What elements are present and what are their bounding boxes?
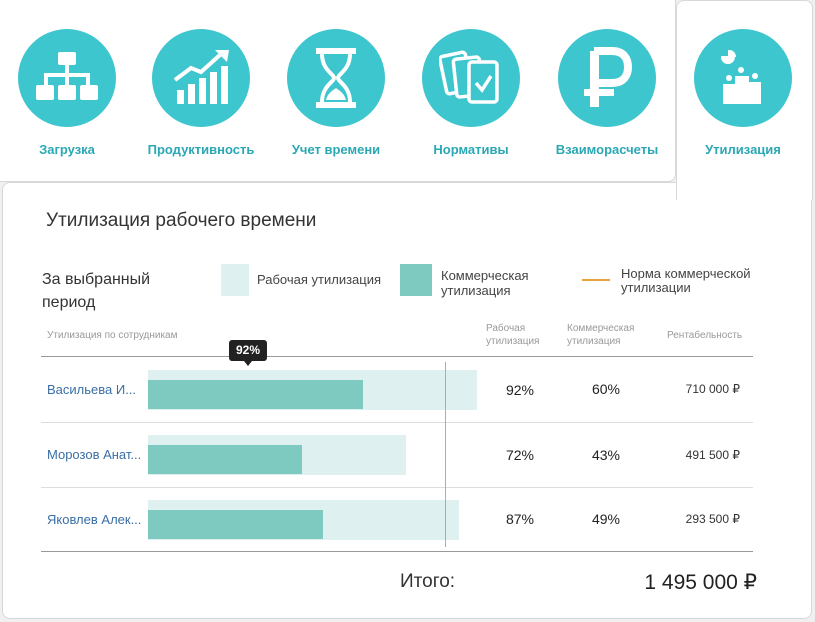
- tab-label: Утилизация: [705, 142, 781, 157]
- header-divider: [41, 356, 753, 357]
- tab-label: Учет времени: [291, 142, 381, 157]
- commercial-norm-line: [445, 362, 446, 547]
- profit-value: 293 500 ₽: [685, 512, 740, 526]
- bar-tooltip: 92%: [229, 340, 267, 366]
- total-label: Итого:: [400, 571, 456, 592]
- tab-utilization[interactable]: Утилизация: [678, 20, 808, 170]
- legend-commercial-swatch: [400, 264, 432, 296]
- work-value: 87%: [505, 511, 535, 527]
- growth-chart-icon: [152, 29, 250, 127]
- commercial-utilization-bar: [148, 445, 302, 474]
- tab-label: Продуктивность: [147, 142, 255, 157]
- commercial-utilization-bar: [148, 510, 323, 539]
- hierarchy-icon: [18, 29, 116, 127]
- tab-productivity[interactable]: Продуктивность: [136, 20, 266, 170]
- hourglass-icon: [287, 29, 385, 127]
- tab-load[interactable]: Загрузка: [2, 20, 132, 170]
- profit-value: 491 500 ₽: [685, 448, 740, 462]
- col-employees-header: Утилизация по сотрудникам: [47, 330, 178, 341]
- legend-norm-line: [582, 279, 610, 281]
- commercial-utilization-bar: [148, 380, 363, 409]
- legend-norm-label: Норма коммерческой утилизации: [621, 266, 751, 295]
- profit-value: 710 000 ₽: [685, 382, 740, 396]
- work-value: 72%: [505, 447, 535, 463]
- employee-link[interactable]: Морозов Анат...: [47, 447, 145, 462]
- tab-settlements[interactable]: Взаиморасчеты: [542, 20, 672, 170]
- employee-link[interactable]: Яковлев Алек...: [47, 512, 145, 527]
- ruble-icon: [558, 29, 656, 127]
- tab-label: Нормативы: [433, 142, 509, 157]
- row-divider: [41, 487, 753, 488]
- tab-label: Взаиморасчеты: [555, 142, 659, 157]
- total-value: 1 495 000 ₽: [644, 571, 757, 594]
- row-divider: [41, 422, 753, 423]
- tab-label: Загрузка: [39, 142, 95, 157]
- col-commercial-header: Коммерческая утилизация: [567, 323, 635, 347]
- legend-work-swatch: [221, 264, 249, 296]
- tab-time-tracking[interactable]: Учет времени: [271, 20, 401, 170]
- footer-divider: [41, 551, 753, 552]
- cards-check-icon: [422, 29, 520, 127]
- legend-commercial-label: Коммерческая утилизация: [441, 268, 529, 298]
- employee-link[interactable]: Васильева И...: [47, 382, 145, 397]
- tab-norms[interactable]: Нормативы: [406, 20, 536, 170]
- period-label: За выбранный период: [42, 271, 151, 311]
- commercial-value: 60%: [591, 381, 621, 397]
- col-profit-header: Рентабельность: [667, 330, 743, 341]
- commercial-value: 49%: [591, 511, 621, 527]
- legend-work-label: Рабочая утилизация: [257, 272, 382, 287]
- work-value: 92%: [505, 382, 535, 398]
- col-work-header: Рабочая утилизация: [486, 323, 540, 347]
- commercial-value: 43%: [591, 447, 621, 463]
- page-title: Утилизация рабочего времени: [46, 210, 317, 231]
- podium-icon: [694, 29, 792, 127]
